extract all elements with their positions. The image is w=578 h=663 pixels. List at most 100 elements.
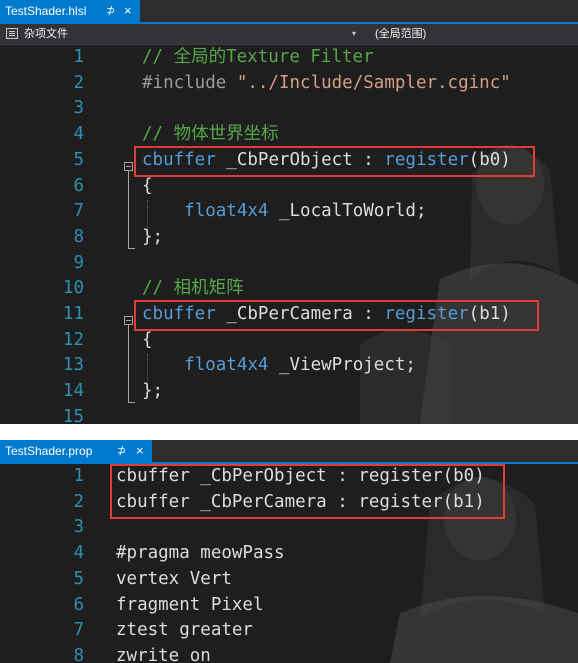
line-number: 8 bbox=[73, 226, 84, 247]
tab-bar: TestShader.hlsl ⊅ × bbox=[0, 0, 578, 24]
code-token: fragment Pixel bbox=[116, 594, 264, 615]
code-token: zwrite on bbox=[116, 645, 211, 663]
code-text[interactable]: fragment Pixel bbox=[116, 593, 264, 619]
code-editor[interactable]: 1 // 全局的Texture Filter 2 #include "../Inclu… bbox=[0, 45, 578, 424]
tab-testshader-hlsl[interactable]: TestShader.hlsl ⊅ × bbox=[0, 0, 140, 22]
code-text[interactable]: float4x4 _LocalToWorld; bbox=[142, 199, 427, 225]
line-number: 3 bbox=[73, 517, 84, 538]
code-line[interactable]: 6 fragment Pixel bbox=[0, 593, 578, 619]
hlsl-editor-pane: TestShader.hlsl ⊅ × 杂项文件 ▾ (全局范围) 1 // 全局… bbox=[0, 0, 578, 424]
pin-icon[interactable]: ⊅ bbox=[117, 440, 126, 462]
line-number: 2 bbox=[73, 72, 84, 93]
code-text[interactable]: #include "../Include/Sampler.cginc" bbox=[142, 71, 511, 97]
code-text[interactable]: #pragma meowPass bbox=[116, 541, 285, 567]
line-number: 4 bbox=[73, 124, 84, 145]
prop-editor-pane: TestShader.prop ⊅ × 1 cbuffer _CbPerObjec… bbox=[0, 440, 578, 663]
project-dropdown[interactable]: 杂项文件 bbox=[24, 24, 68, 44]
line-number: 13 bbox=[62, 355, 84, 376]
code-line[interactable]: 2 #include "../Include/Sampler.cginc" bbox=[0, 71, 578, 97]
chevron-down-icon[interactable]: ▾ bbox=[352, 24, 356, 44]
misc-files-icon bbox=[6, 28, 18, 39]
code-token: _LocalToWorld; bbox=[268, 201, 427, 222]
code-line[interactable]: 3 bbox=[0, 96, 578, 122]
code-line[interactable]: 14}; bbox=[0, 379, 578, 405]
highlight-box bbox=[134, 300, 539, 331]
line-number: 2 bbox=[73, 491, 84, 512]
close-icon[interactable]: × bbox=[124, 0, 132, 22]
code-token: float4x4 bbox=[184, 355, 269, 376]
code-token: // 全局的Texture Filter bbox=[142, 47, 374, 67]
line-number: 4 bbox=[73, 543, 84, 564]
tab-testshader-prop[interactable]: TestShader.prop ⊅ × bbox=[0, 440, 152, 462]
code-line[interactable]: 10 // 相机矩阵 bbox=[0, 276, 578, 302]
code-line[interactable]: 7 ztest greater bbox=[0, 618, 578, 644]
line-number: 1 bbox=[73, 47, 84, 67]
code-text[interactable]: { bbox=[142, 174, 153, 200]
line-number: 12 bbox=[62, 329, 84, 350]
code-token: ztest greater bbox=[116, 620, 253, 641]
line-number: 14 bbox=[62, 381, 84, 402]
code-token: #include bbox=[142, 72, 237, 93]
separator bbox=[0, 424, 578, 440]
code-token: { bbox=[142, 175, 153, 196]
code-line[interactable]: 12 { bbox=[0, 328, 578, 354]
code-text[interactable]: // 相机矩阵 bbox=[142, 276, 244, 302]
code-line[interactable]: 8}; bbox=[0, 225, 578, 251]
line-number: 7 bbox=[73, 620, 84, 641]
code-token: }; bbox=[142, 226, 164, 247]
code-line[interactable]: 5 vertex Vert bbox=[0, 567, 578, 593]
code-line[interactable]: 9 bbox=[0, 251, 578, 277]
line-number: 5 bbox=[73, 568, 84, 589]
code-line[interactable]: 4 #pragma meowPass bbox=[0, 541, 578, 567]
tab-title: TestShader.hlsl bbox=[5, 4, 87, 18]
code-token: _ViewProject; bbox=[268, 355, 416, 376]
code-editor[interactable]: 1 cbuffer _CbPerObject : register(b0) 2 cbu… bbox=[0, 464, 578, 663]
code-line[interactable]: 7 float4x4 _LocalToWorld; bbox=[0, 199, 578, 225]
line-number: 6 bbox=[73, 594, 84, 615]
code-text[interactable]: // 全局的Texture Filter bbox=[142, 45, 374, 71]
code-token: vertex Vert bbox=[116, 568, 232, 589]
code-text[interactable]: }; bbox=[142, 225, 163, 251]
tab-title: TestShader.prop bbox=[5, 444, 93, 458]
code-text[interactable]: ztest greater bbox=[116, 618, 253, 644]
code-text[interactable]: zwrite on bbox=[116, 644, 211, 663]
close-icon[interactable]: × bbox=[136, 440, 144, 462]
code-line[interactable]: 4 // 物体世界坐标 bbox=[0, 122, 578, 148]
tab-bar: TestShader.prop ⊅ × bbox=[0, 440, 578, 464]
line-number: 9 bbox=[73, 252, 84, 273]
highlight-box bbox=[110, 464, 505, 519]
code-text[interactable]: vertex Vert bbox=[116, 567, 232, 593]
pin-icon[interactable]: ⊅ bbox=[106, 0, 115, 22]
line-number: 5 bbox=[73, 149, 84, 170]
line-number: 1 bbox=[73, 466, 84, 486]
code-line[interactable]: 6{ bbox=[0, 174, 578, 200]
scope-dropdown[interactable]: (全局范围) bbox=[375, 24, 426, 44]
code-line[interactable]: 1 // 全局的Texture Filter bbox=[0, 45, 578, 71]
line-number: 6 bbox=[73, 175, 84, 196]
code-token: { bbox=[142, 329, 153, 350]
code-token: "../Include/Sampler.cginc" bbox=[236, 72, 511, 93]
highlight-box bbox=[134, 146, 535, 177]
code-text[interactable]: { bbox=[142, 328, 153, 354]
line-number: 11 bbox=[62, 304, 84, 324]
navigation-bar: 杂项文件 ▾ (全局范围) bbox=[0, 24, 578, 45]
line-number: 7 bbox=[73, 201, 84, 222]
code-token: #pragma meowPass bbox=[116, 543, 285, 564]
code-token: }; bbox=[142, 381, 164, 402]
code-line[interactable]: 13 float4x4 _ViewProject; bbox=[0, 353, 578, 379]
code-text[interactable]: }; bbox=[142, 379, 163, 405]
code-text[interactable]: // 物体世界坐标 bbox=[142, 122, 279, 148]
line-number: 10 bbox=[62, 278, 84, 299]
code-token: float4x4 bbox=[184, 201, 269, 222]
code-token: // 物体世界坐标 bbox=[142, 124, 279, 145]
line-number: 3 bbox=[73, 98, 84, 119]
line-number: 15 bbox=[62, 406, 84, 424]
code-line[interactable]: 3 bbox=[0, 515, 578, 541]
code-line[interactable]: 8 zwrite on bbox=[0, 644, 578, 663]
code-text[interactable]: float4x4 _ViewProject; bbox=[142, 353, 416, 379]
line-number: 8 bbox=[73, 645, 84, 663]
code-line[interactable]: 15 bbox=[0, 405, 578, 424]
code-token: // 相机矩阵 bbox=[142, 278, 244, 299]
